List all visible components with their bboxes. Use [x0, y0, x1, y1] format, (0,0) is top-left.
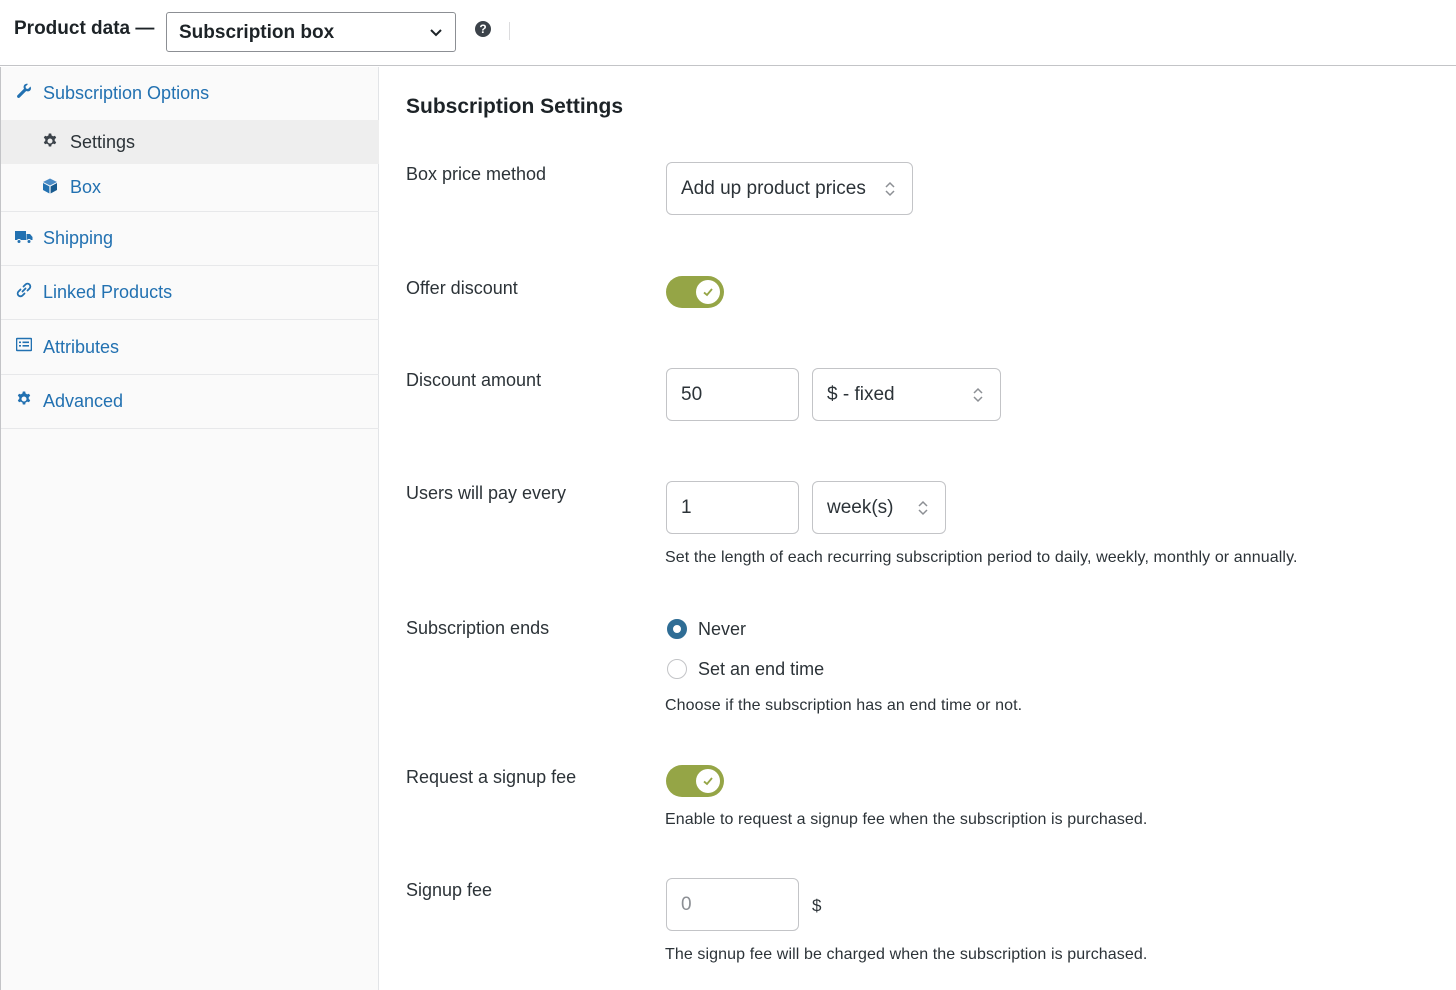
- signup-fee-help: The signup fee will be charged when the …: [665, 946, 1148, 963]
- tab-label: Subscription Options: [43, 83, 210, 103]
- chevron-up-down-icon: [918, 500, 928, 516]
- pay-every-label: Users will pay every: [406, 483, 567, 503]
- wrench-icon: [17, 83, 31, 98]
- toggle-knob: [696, 769, 720, 793]
- radio-never-label: Never: [698, 619, 747, 639]
- section-heading: Subscription Settings: [406, 95, 624, 118]
- product-type-value: Subscription box: [179, 22, 335, 43]
- tab-subscription-options[interactable]: Subscription Options: [1, 67, 379, 119]
- box-price-method-select[interactable]: Add up product prices: [666, 162, 913, 215]
- pay-every-period-value: week(s): [827, 497, 894, 518]
- discount-type-value: $ - fixed: [827, 384, 895, 405]
- help-icon[interactable]: ?: [475, 21, 491, 37]
- link-icon: [16, 282, 32, 298]
- pay-every-period-select[interactable]: week(s): [812, 481, 946, 534]
- gear-icon: [17, 391, 31, 405]
- tab-shipping[interactable]: Shipping: [1, 212, 379, 265]
- cube-icon: [43, 178, 57, 194]
- tab-box[interactable]: Box: [1, 165, 379, 211]
- box-price-method-label: Box price method: [406, 164, 547, 184]
- box-price-method-value: Add up product prices: [681, 178, 866, 199]
- signup-fee-input[interactable]: [666, 878, 799, 931]
- subscription-ends-label: Subscription ends: [406, 618, 550, 638]
- tab-label: Attributes: [43, 337, 120, 357]
- product-data-title: Product data —: [14, 18, 155, 39]
- tab-attributes[interactable]: Attributes: [1, 320, 379, 374]
- tab-label: Advanced: [43, 391, 124, 411]
- toggle-knob: [696, 280, 720, 304]
- pay-every-help: Set the length of each recurring subscri…: [665, 549, 1298, 566]
- tab-label: Settings: [70, 132, 136, 152]
- header-divider: [509, 22, 510, 40]
- product-data-header: Product data — Subscription box ?: [0, 0, 1456, 66]
- gear-icon: [43, 133, 57, 147]
- truck-icon: [15, 231, 33, 244]
- radio-set-end-time[interactable]: [667, 659, 687, 679]
- tab-label: Linked Products: [43, 282, 173, 302]
- list-icon: [16, 337, 32, 352]
- pay-every-interval-input[interactable]: [666, 481, 799, 534]
- tab-divider: [1, 428, 379, 429]
- signup-fee-toggle[interactable]: [666, 765, 724, 797]
- radio-never[interactable]: [667, 619, 687, 639]
- radio-set-end-time-label: Set an end time: [698, 659, 825, 679]
- signup-fee-request-label: Request a signup fee: [406, 767, 577, 787]
- signup-fee-currency: $: [812, 896, 822, 915]
- tab-linked-products[interactable]: Linked Products: [1, 266, 379, 319]
- chevron-up-down-icon: [973, 387, 983, 403]
- product-data-tabs: Subscription Options Settings Box Shippi…: [0, 67, 379, 990]
- subscription-settings-panel: Subscription Settings Box price method A…: [380, 67, 1456, 990]
- offer-discount-label: Offer discount: [406, 278, 518, 298]
- signup-fee-request-help: Enable to request a signup fee when the …: [665, 811, 1148, 828]
- discount-amount-label: Discount amount: [406, 370, 542, 390]
- discount-type-select[interactable]: $ - fixed: [812, 368, 1001, 421]
- check-icon: [703, 777, 713, 786]
- chevron-down-icon: [430, 29, 442, 37]
- offer-discount-toggle[interactable]: [666, 276, 724, 308]
- tab-advanced[interactable]: Advanced: [1, 375, 379, 428]
- tab-label: Shipping: [43, 228, 114, 248]
- product-type-select[interactable]: Subscription box: [166, 12, 456, 52]
- tab-label: Box: [70, 177, 102, 197]
- subscription-ends-help: Choose if the subscription has an end ti…: [665, 697, 1023, 714]
- discount-amount-input[interactable]: [666, 368, 799, 421]
- signup-fee-label: Signup fee: [406, 880, 493, 900]
- check-icon: [703, 288, 713, 297]
- tab-settings[interactable]: Settings: [1, 120, 379, 164]
- chevron-up-down-icon: [885, 181, 895, 197]
